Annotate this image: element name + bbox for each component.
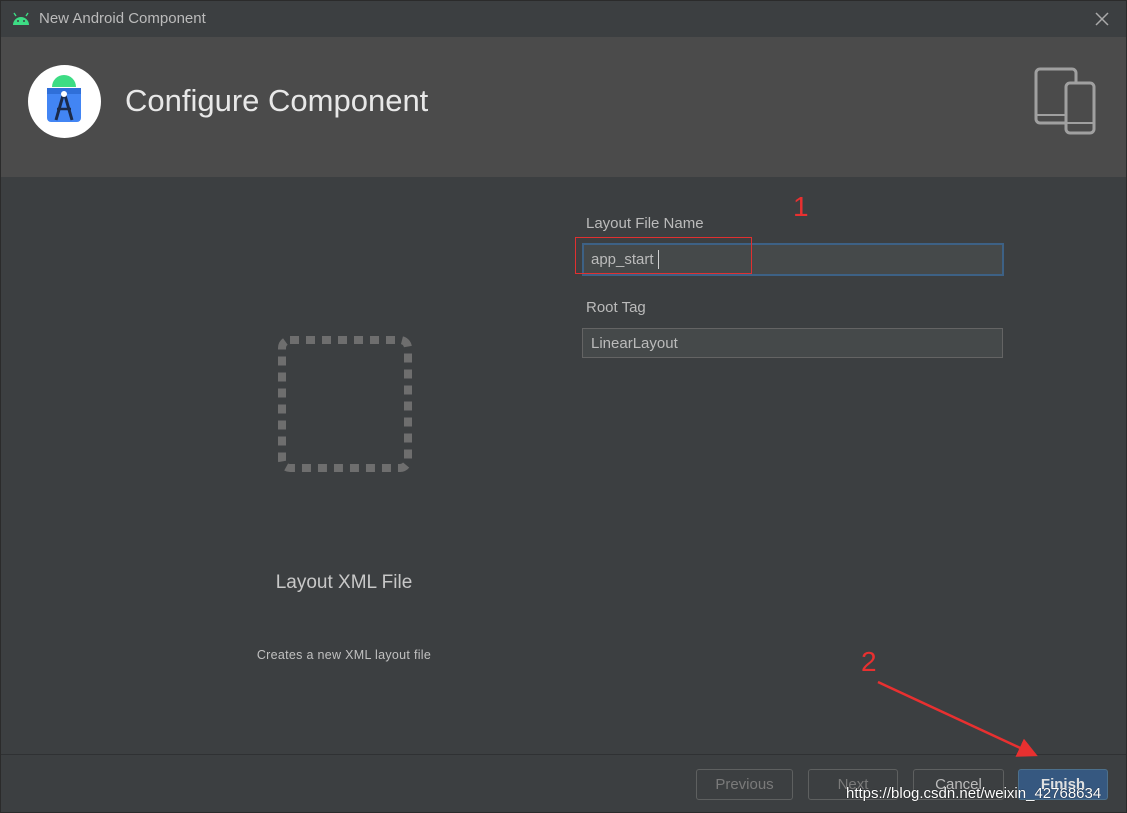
- root-tag-label: Root Tag: [586, 299, 646, 316]
- tablet-phone-icon: [1034, 67, 1096, 135]
- header-banner: Configure Component: [1, 37, 1126, 177]
- window-title: New Android Component: [39, 10, 206, 27]
- page-title: Configure Component: [125, 83, 429, 118]
- previous-button[interactable]: Previous: [696, 769, 793, 800]
- layout-file-name-input[interactable]: [582, 243, 1004, 276]
- annotation-step-2: 2: [861, 646, 877, 677]
- template-name: Layout XML File: [275, 572, 413, 593]
- root-tag-input[interactable]: [582, 328, 1003, 358]
- annotation-step-1: 1: [793, 191, 809, 222]
- text-cursor: [658, 250, 659, 269]
- watermark-url: https://blog.csdn.net/weixin_42768634: [846, 785, 1102, 802]
- android-icon: [13, 12, 29, 25]
- footer-divider: [1, 754, 1126, 755]
- android-studio-logo: [28, 65, 101, 138]
- title-bar: New Android Component: [1, 1, 1126, 37]
- template-description: Creates a new XML layout file: [256, 648, 432, 662]
- layout-file-name-label: Layout File Name: [586, 215, 704, 232]
- close-icon[interactable]: [1092, 9, 1112, 29]
- new-android-component-dialog: New Android Component Configure Componen…: [0, 0, 1127, 813]
- empty-layout-placeholder-icon: [278, 336, 412, 472]
